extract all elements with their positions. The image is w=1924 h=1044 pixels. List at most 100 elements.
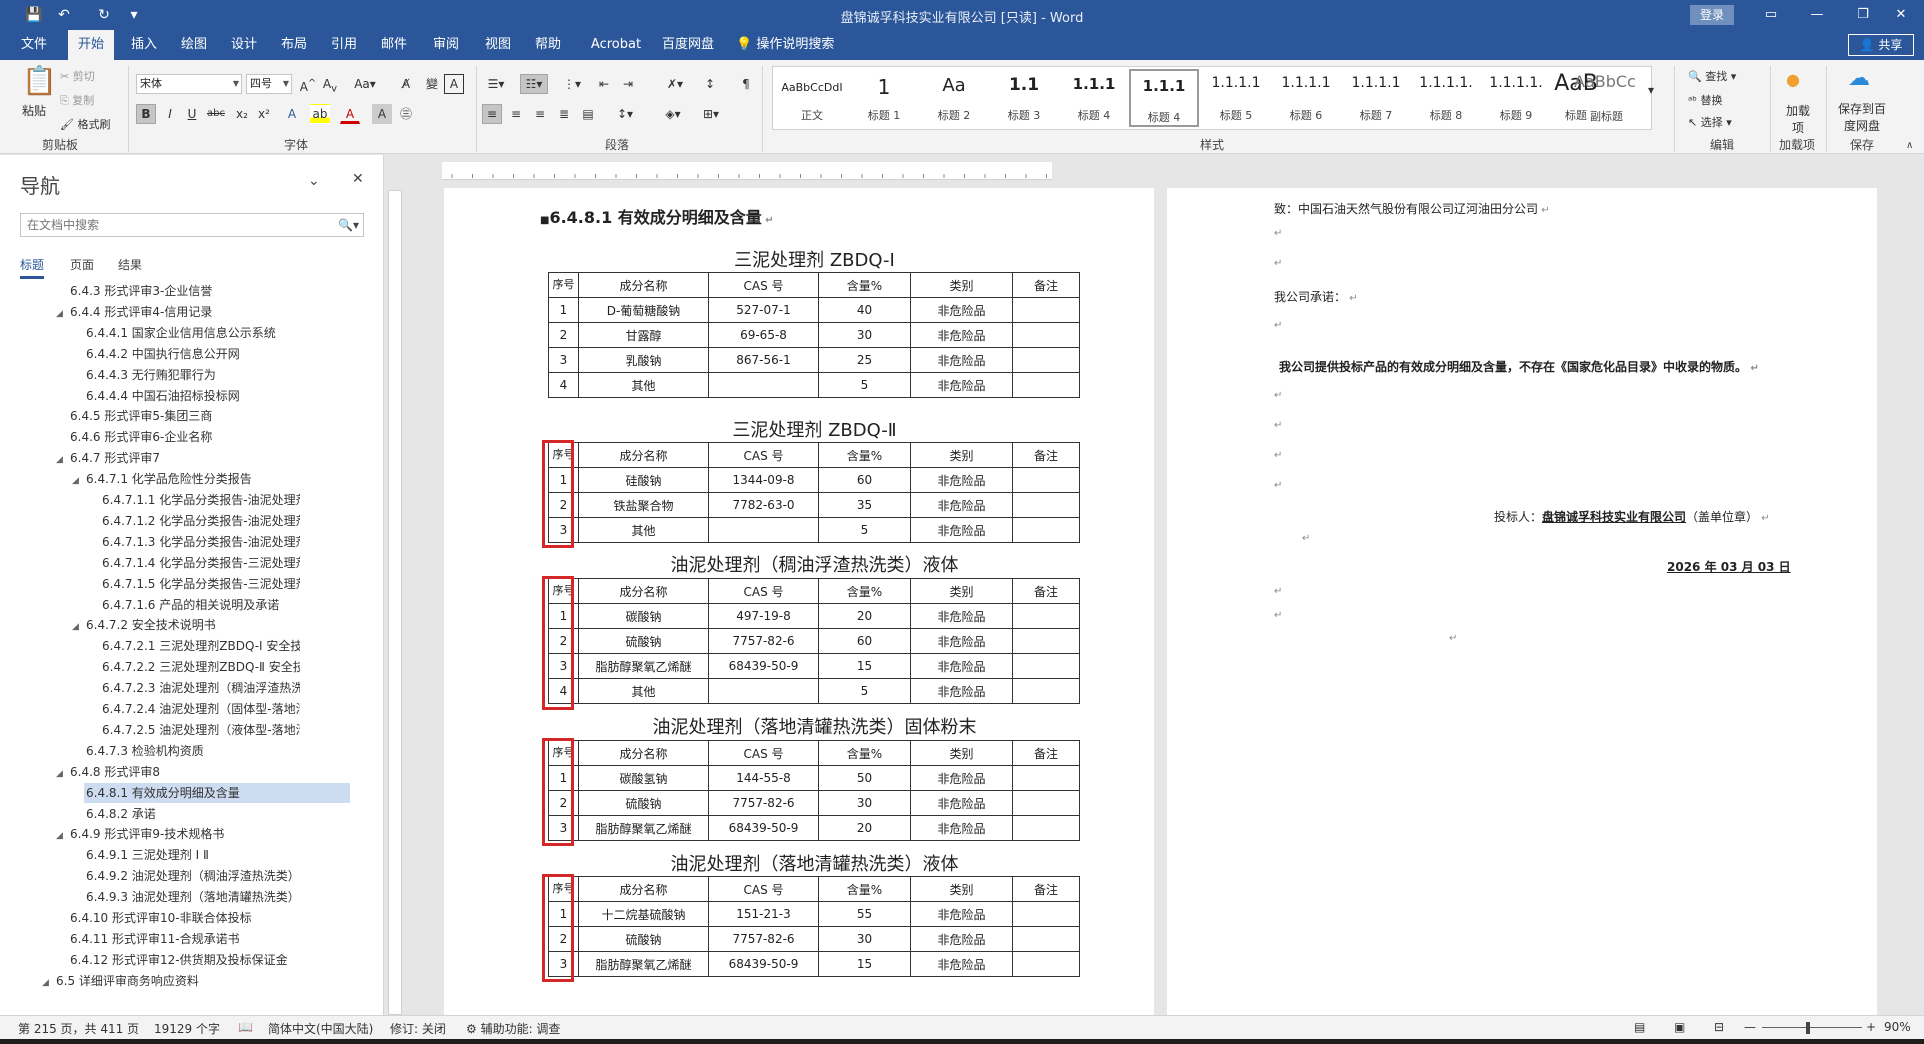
nav-heading-item[interactable]: 6.4.7.1.3 化学品分类报告-油泥处理剂（稠... bbox=[102, 532, 300, 552]
style-heading-6[interactable]: 1.1.1.1 标题 6 bbox=[1271, 69, 1341, 127]
superscript-icon[interactable]: x² bbox=[254, 104, 274, 124]
table-cell[interactable]: 非危险品 bbox=[910, 467, 1013, 493]
nav-heading-item[interactable]: 6.4.5 形式评审5-集团三商 bbox=[70, 406, 300, 426]
nav-search-input[interactable]: 在文档中搜索 🔍▾ bbox=[20, 213, 364, 237]
style-heading-8[interactable]: 1.1.1.1. 标题 8 bbox=[1411, 69, 1481, 127]
tab-file[interactable]: 文件 bbox=[12, 30, 56, 60]
table-cell[interactable]: 非危险品 bbox=[910, 492, 1013, 518]
table-cell[interactable]: 55 bbox=[818, 901, 911, 927]
nav-heading-item[interactable]: ◢ 6.4.8 形式评审8 bbox=[56, 762, 300, 782]
cut-button[interactable]: ✂ 剪切 bbox=[60, 68, 95, 84]
style-heading-3[interactable]: 1.1 标题 3 bbox=[989, 69, 1059, 127]
table-cell[interactable]: 非危险品 bbox=[910, 926, 1013, 952]
close-icon[interactable]: ✕ bbox=[352, 171, 364, 187]
expand-triangle-icon[interactable]: ◢ bbox=[56, 450, 70, 468]
style-heading-2[interactable]: Aa 标题 2 bbox=[919, 69, 989, 127]
style-heading-1[interactable]: 1 标题 1 bbox=[849, 69, 919, 127]
table-cell[interactable]: 50 bbox=[818, 765, 911, 791]
table-cell[interactable] bbox=[1012, 372, 1080, 398]
table-cell[interactable]: 68439-50-9 bbox=[708, 653, 819, 679]
word-count[interactable]: 19129 个字 bbox=[154, 1020, 220, 1037]
nav-heading-item[interactable]: 6.4.7.2.5 油泥处理剂（液体型-落地清罐热... bbox=[102, 720, 300, 740]
underline-icon[interactable]: U bbox=[182, 104, 202, 124]
nav-heading-item[interactable]: ◢ 6.4.4 形式评审4-信用记录 bbox=[56, 302, 300, 322]
nav-heading-item[interactable]: ◢ 6.4.7.2 安全技术说明书 bbox=[72, 615, 300, 635]
table-cell[interactable]: 非危险品 bbox=[910, 653, 1013, 679]
expand-triangle-icon[interactable]: ◢ bbox=[72, 617, 86, 635]
table-cell[interactable]: 20 bbox=[818, 815, 911, 841]
table-cell[interactable]: 铁盐聚合物 bbox=[578, 492, 709, 518]
tell-me-search[interactable]: 💡 操作说明搜索 bbox=[736, 30, 834, 60]
highlight-icon[interactable]: ab bbox=[310, 104, 330, 124]
table-cell[interactable]: 20 bbox=[818, 603, 911, 629]
table-cell[interactable]: 脂肪醇聚氧乙烯醚 bbox=[578, 653, 709, 679]
nav-heading-item[interactable]: 6.4.9.3 油泥处理剂（落地清罐热洗类） bbox=[86, 887, 300, 907]
table-cell[interactable] bbox=[1012, 790, 1080, 816]
table-cell[interactable]: 527-07-1 bbox=[708, 297, 819, 323]
table-cell[interactable]: 非危险品 bbox=[910, 517, 1013, 543]
char-shading-icon[interactable]: A bbox=[372, 104, 392, 124]
table-cell[interactable]: 3 bbox=[548, 347, 579, 373]
nav-heading-item[interactable]: 6.4.12 形式评审12-供货期及投标保证金 bbox=[70, 950, 300, 970]
tab-layout[interactable]: 布局 bbox=[272, 30, 316, 60]
style-heading-4-selected[interactable]: 1.1.1 标题 4 bbox=[1129, 69, 1199, 127]
tab-review[interactable]: 审阅 bbox=[424, 30, 468, 60]
table-cell[interactable]: 7782-63-0 bbox=[708, 492, 819, 518]
format-painter-button[interactable]: 🖌 格式刷 bbox=[60, 116, 110, 132]
table-cell[interactable]: 其他 bbox=[578, 678, 709, 704]
accessibility-status[interactable]: ⚙ 辅助功能: 调查 bbox=[466, 1020, 560, 1037]
table-cell[interactable]: 碳酸钠 bbox=[578, 603, 709, 629]
table-cell[interactable]: 非危险品 bbox=[910, 297, 1013, 323]
table-cell[interactable]: 非危险品 bbox=[910, 347, 1013, 373]
change-case-icon[interactable]: Aa▾ bbox=[350, 74, 380, 94]
table-cell[interactable]: 15 bbox=[818, 951, 911, 977]
table-cell[interactable]: 脂肪醇聚氧乙烯醚 bbox=[578, 951, 709, 977]
table-cell[interactable]: 1344-09-8 bbox=[708, 467, 819, 493]
zoom-level[interactable]: 90% bbox=[1884, 1020, 1911, 1034]
expand-triangle-icon[interactable]: ◢ bbox=[72, 471, 86, 489]
table-cell[interactable]: 硫酸钠 bbox=[578, 926, 709, 952]
table-cell[interactable] bbox=[1012, 951, 1080, 977]
addins-icon[interactable]: ● bbox=[1786, 70, 1800, 89]
table-cell[interactable]: 7757-82-6 bbox=[708, 926, 819, 952]
nav-heading-item[interactable]: 6.4.4.4 中国石油招标投标网 bbox=[86, 386, 300, 406]
table-cell[interactable] bbox=[1012, 901, 1080, 927]
table-cell[interactable]: 乳酸钠 bbox=[578, 347, 709, 373]
collapse-ribbon-icon[interactable]: ∧ bbox=[1906, 140, 1913, 151]
nav-heading-item[interactable]: ◢ 6.5 详细评审商务响应资料 bbox=[42, 971, 300, 991]
table-cell[interactable]: 硫酸钠 bbox=[578, 790, 709, 816]
table-cell[interactable] bbox=[1012, 926, 1080, 952]
chevron-down-icon[interactable]: ⌄ bbox=[308, 173, 320, 189]
table-cell[interactable] bbox=[708, 372, 819, 398]
document-page-left[interactable]: ■6.4.8.1 有效成分明细及含量 ↵ 三泥处理剂 ZBDQ-Ⅰ 序号 成分名称 C… bbox=[444, 188, 1154, 1015]
table-cell[interactable]: 68439-50-9 bbox=[708, 951, 819, 977]
zoom-slider-thumb[interactable] bbox=[1806, 1022, 1810, 1034]
horizontal-ruler[interactable] bbox=[442, 162, 1052, 180]
print-layout-icon[interactable]: ▣ bbox=[1674, 1020, 1685, 1034]
table-cell[interactable]: 7757-82-6 bbox=[708, 628, 819, 654]
clear-format-icon[interactable]: A̸ bbox=[396, 74, 416, 94]
wen-icon[interactable]: 變 bbox=[422, 74, 442, 94]
page-count[interactable]: 第 215 页，共 411 页 bbox=[18, 1020, 139, 1037]
table-cell[interactable] bbox=[1012, 815, 1080, 841]
table-cell[interactable] bbox=[1012, 628, 1080, 654]
nav-heading-item[interactable]: 6.4.7.2.3 油泥处理剂（稠油浮渣热洗类）安... bbox=[102, 678, 300, 698]
table-cell[interactable] bbox=[1012, 297, 1080, 323]
table-cell[interactable]: D-葡萄糖酸钠 bbox=[578, 297, 709, 323]
subscript-icon[interactable]: x₂ bbox=[232, 104, 252, 124]
zoom-in-icon[interactable]: + bbox=[1866, 1020, 1876, 1034]
table-cell[interactable]: 35 bbox=[818, 492, 911, 518]
table-cell[interactable]: 7757-82-6 bbox=[708, 790, 819, 816]
nav-tab-results[interactable]: 结果 bbox=[118, 256, 142, 273]
ribbon-display-icon[interactable]: ▭ bbox=[1748, 0, 1794, 30]
expand-triangle-icon[interactable]: ◢ bbox=[56, 304, 70, 322]
share-button[interactable]: 👤 共享 bbox=[1848, 34, 1914, 56]
table-cell[interactable] bbox=[1012, 492, 1080, 518]
table-cell[interactable]: 非危险品 bbox=[910, 628, 1013, 654]
nav-heading-item[interactable]: 6.4.9.2 油泥处理剂（稠油浮渣热洗类） bbox=[86, 866, 300, 886]
shrink-font-icon[interactable]: Av bbox=[320, 74, 340, 94]
save-to-baidu-button[interactable]: 保存到百度网盘 bbox=[1836, 100, 1888, 134]
table-cell[interactable]: 硅酸钠 bbox=[578, 467, 709, 493]
table-cell[interactable]: 30 bbox=[818, 926, 911, 952]
nav-heading-item[interactable]: 6.4.7.2.1 三泥处理剂ZBDQ-Ⅰ 安全技术说... bbox=[102, 636, 300, 656]
